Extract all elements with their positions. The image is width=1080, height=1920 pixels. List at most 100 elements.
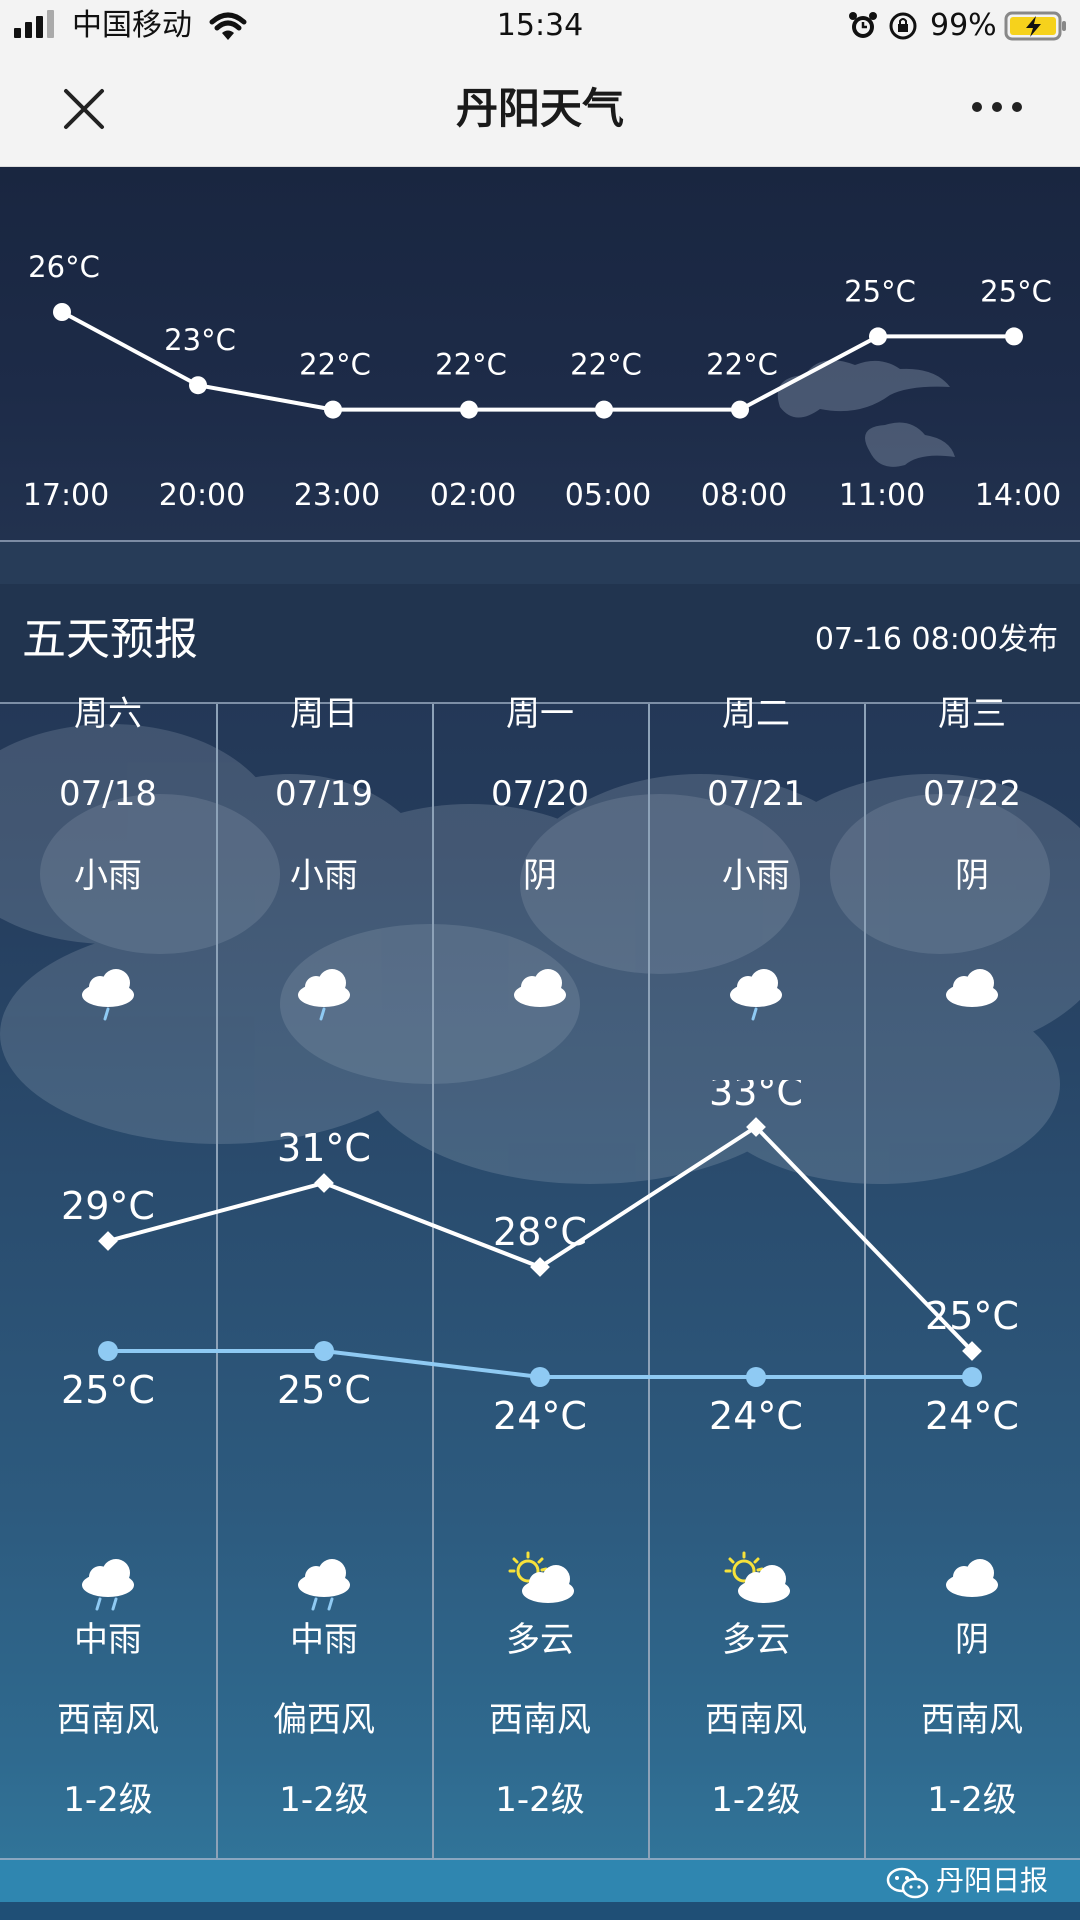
high-temp-label: 33°C	[709, 1080, 803, 1114]
day-weather-label: 小雨	[722, 856, 790, 896]
night-weather-label: 多云	[722, 1620, 790, 1660]
status-bar: 中国移动 15:34 99%	[0, 0, 1080, 52]
partly-cloudy-icon	[724, 1551, 790, 1603]
hourly-time-label: 20:00	[159, 478, 245, 513]
clock: 15:34	[496, 8, 584, 43]
weekday-label: 周日	[290, 694, 358, 734]
hourly-time-label: 14:00	[975, 478, 1061, 513]
hourly-time-label: 11:00	[839, 478, 925, 513]
wind-level-label: 1-2级	[495, 1780, 585, 1820]
hourly-temp-point	[324, 400, 342, 419]
footer-strip-dark	[0, 1902, 1080, 1920]
hourly-time-label: 17:00	[23, 478, 109, 513]
hourly-temp-point	[869, 327, 887, 346]
hourly-temp-point	[189, 376, 207, 395]
wind-level-label: 1-2级	[63, 1780, 153, 1820]
hourly-temp-label: 26°C	[28, 250, 100, 284]
date-label: 07/22	[923, 774, 1021, 814]
day-weather-label: 阴	[955, 856, 989, 896]
weekday-label: 周六	[74, 694, 142, 734]
high-temp-label: 29°C	[61, 1184, 155, 1228]
hourly-temp-label: 22°C	[435, 348, 507, 382]
night-weather-label: 中雨	[290, 1620, 358, 1660]
hourly-temp-point	[460, 400, 478, 419]
high-temp-label: 31°C	[277, 1126, 371, 1170]
hourly-time-label: 08:00	[701, 478, 787, 513]
partly-cloudy-icon	[508, 1551, 574, 1603]
wind-level-label: 1-2级	[279, 1780, 369, 1820]
hourly-temp-label: 22°C	[706, 348, 778, 382]
low-temp-label: 24°C	[493, 1394, 587, 1438]
date-label: 07/20	[491, 774, 589, 814]
low-temp-label: 24°C	[709, 1394, 803, 1438]
low-temp-point	[98, 1341, 118, 1361]
low-temp-point	[962, 1367, 982, 1387]
night-weather-label: 阴	[955, 1620, 989, 1660]
hourly-time-label: 23:00	[294, 478, 380, 513]
battery-charging-icon	[1004, 11, 1066, 41]
high-temp-label: 25°C	[925, 1294, 1019, 1338]
hourly-temp-label: 25°C	[844, 274, 916, 308]
light-rain-icon	[298, 969, 350, 1021]
night-weather-label: 中雨	[74, 1620, 142, 1660]
day-weather-label: 小雨	[290, 856, 358, 896]
date-label: 07/21	[707, 774, 805, 814]
more-options-icon[interactable]	[970, 100, 1024, 114]
hourly-temp-label: 22°C	[570, 348, 642, 382]
hourly-time-label: 02:00	[430, 478, 516, 513]
wind-direction-label: 西南风	[489, 1700, 591, 1740]
day-weather-label: 阴	[523, 856, 557, 896]
battery-percent: 99%	[930, 8, 997, 43]
low-temp-point	[530, 1367, 550, 1387]
wind-direction-label: 西南风	[57, 1700, 159, 1740]
overcast-icon	[514, 969, 566, 1007]
hourly-temp-label: 25°C	[980, 274, 1052, 308]
rotation-lock-icon	[889, 12, 917, 40]
publish-time: 07-16 08:00发布	[814, 622, 1058, 657]
wind-level-label: 1-2级	[927, 1780, 1017, 1820]
high-temp-point	[314, 1173, 334, 1193]
overcast-icon	[946, 969, 998, 1007]
light-rain-icon	[82, 969, 134, 1021]
wind-level-label: 1-2级	[711, 1780, 801, 1820]
separator-band	[0, 542, 1080, 584]
hourly-forecast-panel: 26°C 17:00 23°C 20:00 22°C 23:00 22°C 02:00 22°C…	[0, 167, 1080, 540]
brand-label: 丹阳日报	[936, 1864, 1049, 1897]
high-temp-label: 28°C	[493, 1210, 587, 1254]
hourly-temp-point	[53, 303, 71, 321]
overcast-icon	[946, 1559, 998, 1597]
forecast-title: 五天预报	[22, 614, 198, 665]
night-weather-label: 多云	[506, 1620, 574, 1660]
wind-direction-label: 西南风	[705, 1700, 807, 1740]
hourly-temperature-chart: 26°C 17:00 23°C 20:00 22°C 23:00 22°C 02:00 22°C…	[23, 250, 1061, 513]
high-temp-point	[98, 1231, 118, 1251]
moderate-rain-icon	[298, 1559, 350, 1611]
hourly-temp-point	[1005, 327, 1023, 346]
low-temp-label: 25°C	[61, 1368, 155, 1412]
wind-direction-label: 西南风	[921, 1700, 1023, 1740]
hourly-temp-point	[595, 400, 613, 419]
moderate-rain-icon	[82, 1559, 134, 1611]
wind-direction-label: 偏西风	[273, 1700, 375, 1740]
weekday-label: 周一	[506, 694, 574, 734]
low-temp-point	[746, 1367, 766, 1387]
daily-temperature-chart: 29°C 31°C 28°C 33°C 25°C 25°C 25°C 24°C 24°C 24°C	[61, 1080, 1019, 1438]
date-label: 07/18	[59, 774, 157, 814]
high-temp-point	[530, 1257, 550, 1277]
low-temp-point	[314, 1341, 334, 1361]
day-weather-label: 小雨	[74, 856, 142, 896]
weekday-label: 周二	[722, 694, 790, 734]
low-temp-label: 24°C	[925, 1394, 1019, 1438]
hourly-temp-label: 22°C	[299, 348, 371, 382]
alarm-icon	[849, 12, 877, 38]
hourly-temp-label: 23°C	[164, 323, 236, 357]
nav-bar: 丹阳天气	[0, 52, 1080, 167]
hourly-time-label: 05:00	[565, 478, 651, 513]
hourly-temp-point	[731, 400, 749, 419]
weekday-label: 周三	[938, 694, 1006, 734]
date-label: 07/19	[275, 774, 373, 814]
light-rain-icon	[730, 969, 782, 1021]
low-temp-label: 25°C	[277, 1368, 371, 1412]
page-title: 丹阳天气	[455, 84, 624, 133]
wechat-icon	[886, 1867, 929, 1899]
